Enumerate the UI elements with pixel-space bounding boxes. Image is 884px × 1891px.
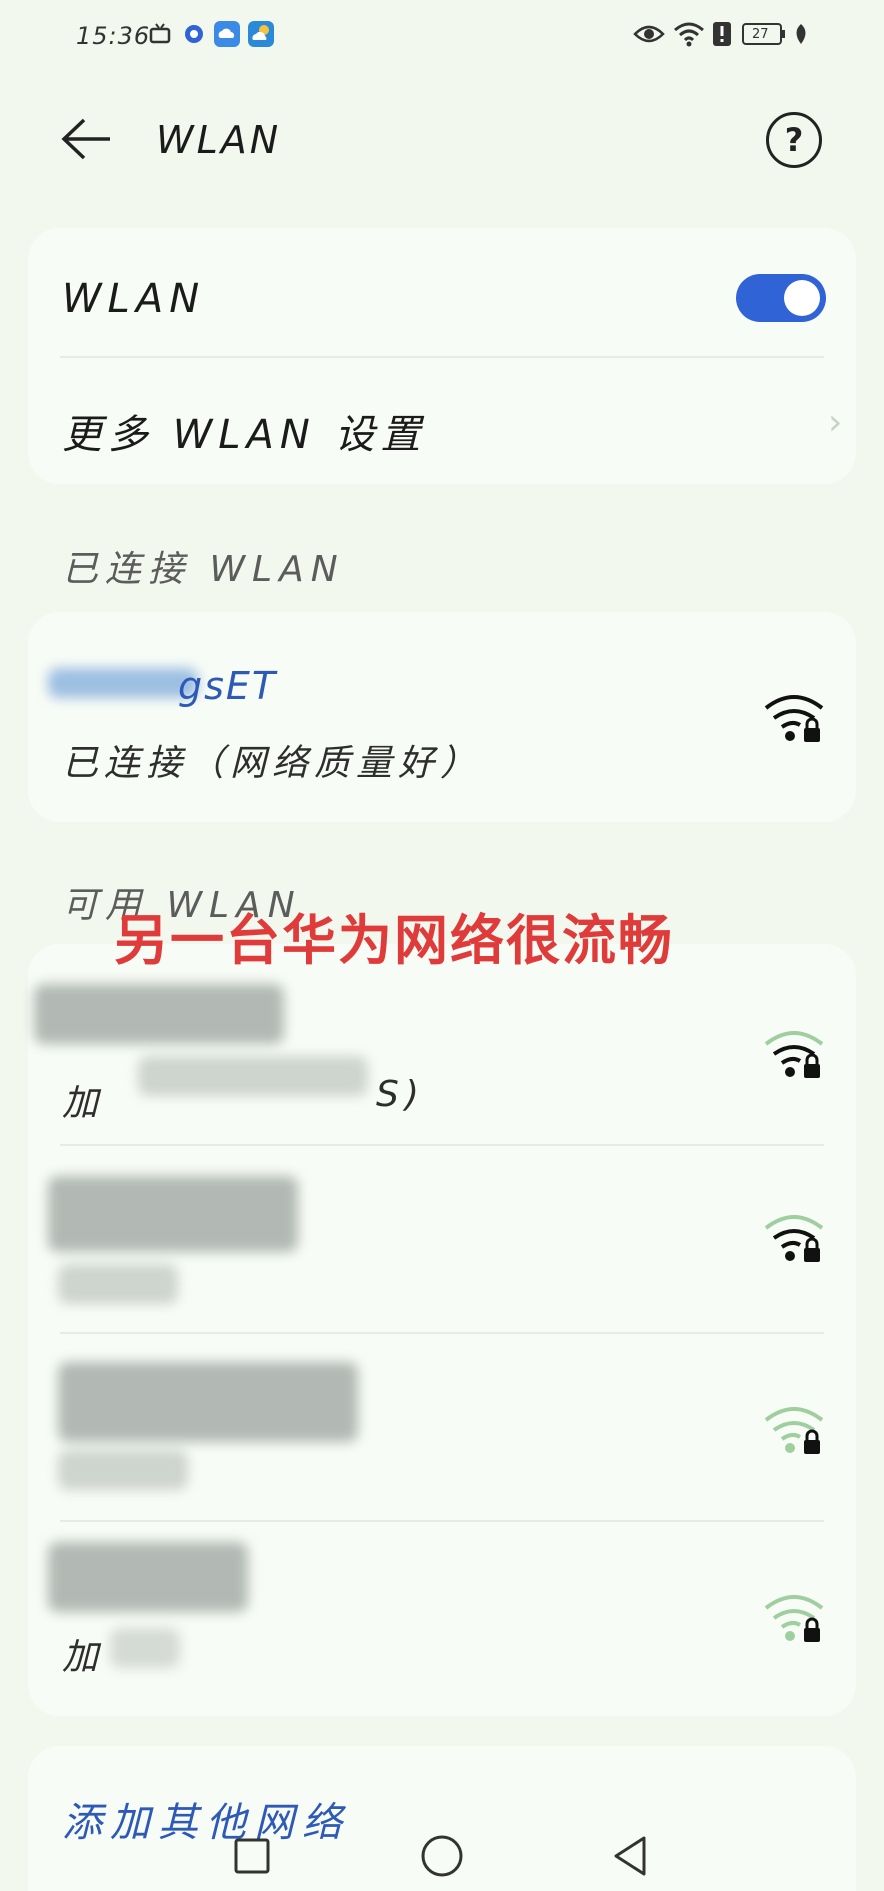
recent-apps-button[interactable] <box>228 1832 276 1880</box>
circle-app-icon <box>180 20 208 48</box>
system-nav-bar <box>0 1820 884 1891</box>
wifi-lock-icon <box>764 1215 824 1262</box>
back-button[interactable] <box>56 114 116 164</box>
redacted-network-status <box>110 1628 180 1668</box>
available-network-item[interactable] <box>28 1334 856 1520</box>
square-icon <box>234 1838 270 1874</box>
redacted-network-name <box>48 668 198 698</box>
available-network-item[interactable] <box>28 1146 856 1332</box>
redacted-network-name <box>48 1176 298 1252</box>
available-network-item[interactable]: 加 <box>28 1522 856 1716</box>
eye-icon <box>632 20 666 48</box>
connected-network-name: gsET <box>178 664 278 708</box>
home-button[interactable] <box>418 1832 466 1880</box>
wifi-status-icon <box>672 20 706 48</box>
wlan-settings-card: WLAN 更多 WLAN 设置 › <box>28 228 856 484</box>
redacted-network-name <box>58 1362 358 1442</box>
chevron-right-icon: › <box>828 402 843 443</box>
redacted-network-status <box>58 1264 178 1304</box>
status-time: 15:36 <box>76 22 151 50</box>
circle-icon <box>421 1835 463 1877</box>
redacted-network-status <box>58 1450 188 1490</box>
leaf-icon <box>790 20 812 48</box>
help-icon: ? <box>784 121 804 159</box>
back-nav-button[interactable] <box>606 1832 654 1880</box>
page-title: WLAN <box>156 118 282 162</box>
connected-network-card[interactable]: gsET 已连接（网络质量好） <box>28 612 856 822</box>
triangle-back-icon <box>614 1836 646 1876</box>
redacted-network-name <box>34 984 284 1044</box>
network-status-fragment: 加 <box>62 1083 105 1124</box>
toggle-knob <box>784 280 820 316</box>
wifi-lock-icon <box>764 1595 824 1642</box>
cloud-app-icon <box>212 20 242 48</box>
weather-app-icon <box>246 20 276 48</box>
arrow-left-icon <box>61 118 110 160</box>
help-button[interactable]: ? <box>766 112 822 168</box>
more-wlan-settings-row[interactable]: 更多 WLAN 设置 › <box>28 358 856 484</box>
wifi-lock-icon <box>764 1407 824 1454</box>
battery-level: 27 <box>752 27 769 42</box>
network-status-fragment: S) <box>376 1074 425 1115</box>
available-networks-card: 加 S) 加 <box>28 944 856 1716</box>
redacted-network-status <box>138 1056 368 1096</box>
network-status-fragment: 加 <box>62 1637 105 1678</box>
wlan-toggle-label: WLAN <box>62 276 206 322</box>
connected-section-label: 已连接 WLAN <box>62 549 345 590</box>
status-bar: 15:36 27 <box>0 0 884 72</box>
wifi-lock-icon <box>764 695 824 742</box>
app-bar: WLAN ? <box>0 90 884 190</box>
redacted-network-name <box>48 1542 248 1612</box>
alert-icon <box>710 20 734 48</box>
overlay-caption: 另一台华为网络很流畅 <box>114 908 674 972</box>
wifi-lock-icon <box>764 1031 824 1078</box>
tv-icon <box>146 20 174 48</box>
more-wlan-settings-label: 更多 WLAN 设置 <box>62 412 427 458</box>
wlan-toggle-switch[interactable] <box>736 274 826 322</box>
wlan-toggle-row[interactable]: WLAN <box>28 228 856 356</box>
connected-network-status: 已连接（网络质量好） <box>62 743 483 784</box>
